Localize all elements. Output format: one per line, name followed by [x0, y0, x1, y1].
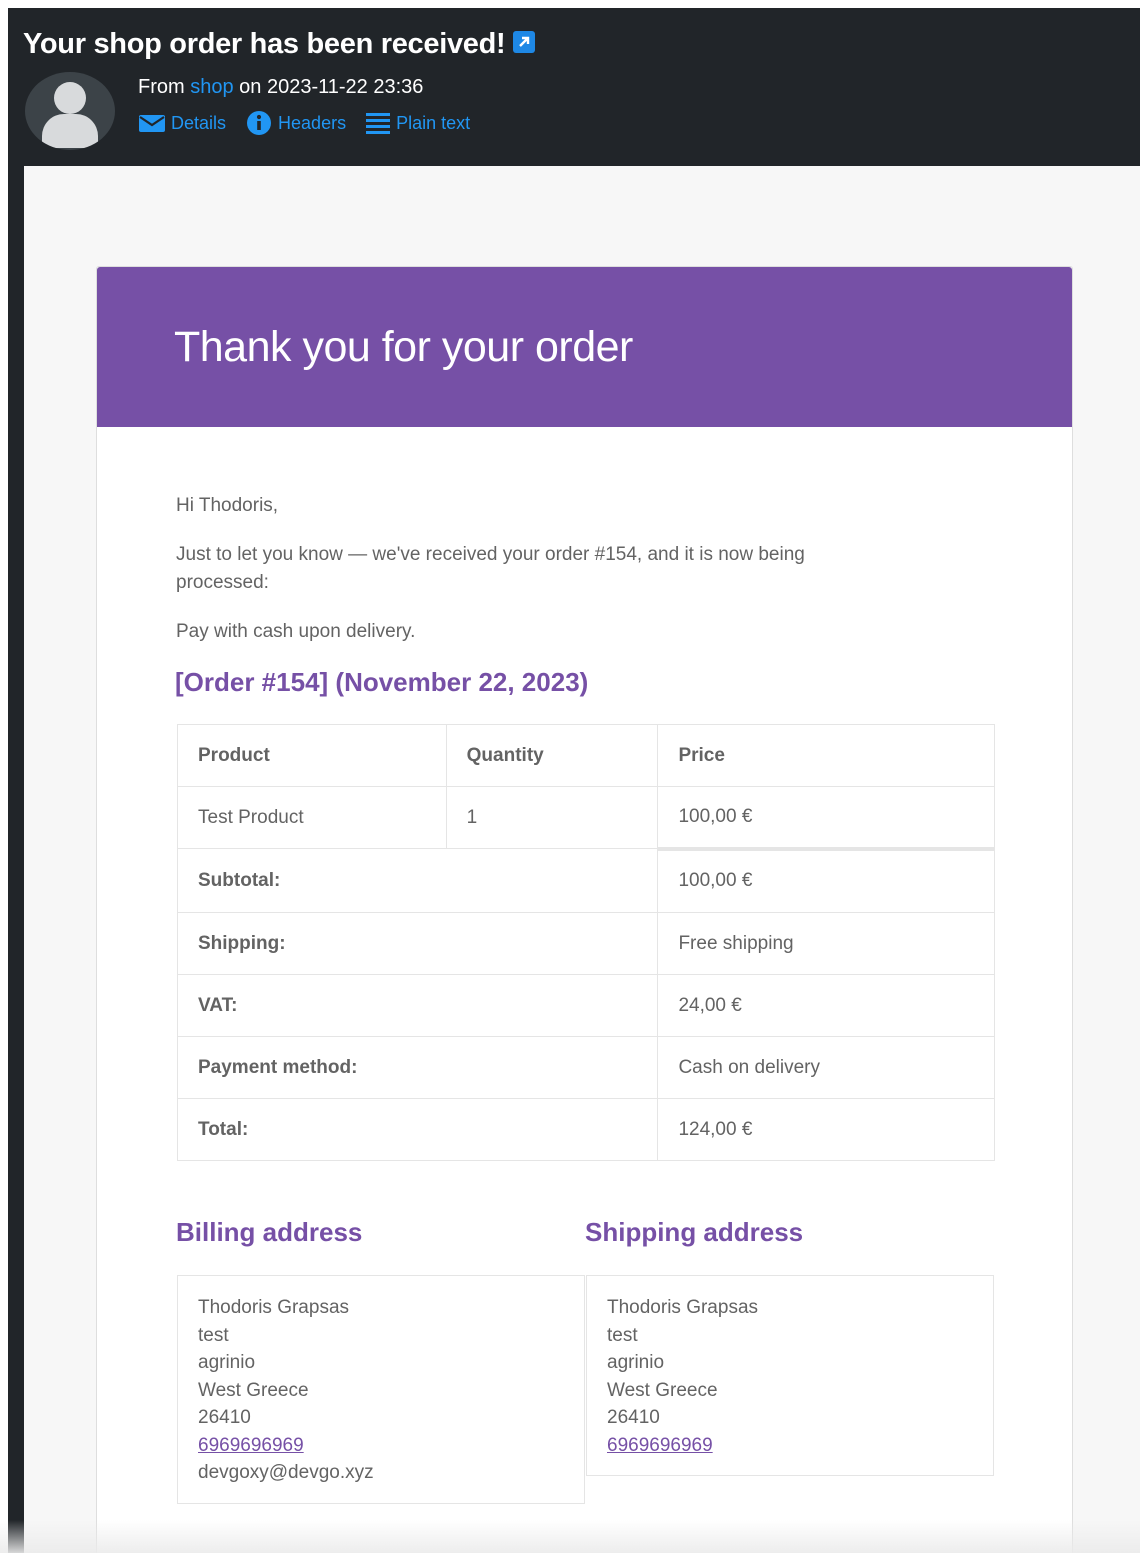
email-hero-banner: Thank you for your order — [97, 267, 1072, 427]
shipping-name: Thodoris Grapsas — [607, 1297, 759, 1318]
billing-line1: test — [198, 1324, 229, 1346]
greeting: Hi Thodoris, — [176, 495, 279, 516]
totals-value: 100,00 € — [657, 846, 995, 913]
window-edge — [0, 0, 8, 1553]
totals-value: Free shipping — [657, 912, 995, 975]
left-panel-strip — [8, 166, 24, 1553]
info-icon — [247, 111, 272, 135]
totals-label: Subtotal: — [176, 848, 659, 913]
sent-date: on 2023-11-22 23:36 — [239, 76, 424, 98]
email-body-card: Thank you for your order Hi Thodoris, Ju… — [96, 266, 1073, 1553]
totals-row-subtotal: Subtotal: 100,00 € — [176, 846, 995, 913]
billing-email: devgoxy@devgo.xyz — [198, 1462, 374, 1483]
shipping-phone-link[interactable]: 6969696969 — [607, 1435, 713, 1456]
totals-label: Shipping: — [176, 912, 659, 975]
table-header-row: Product Quantity Price — [177, 724, 995, 787]
product-price: 100,00 € — [657, 786, 995, 849]
product-quantity: 1 — [445, 786, 659, 849]
plain-text-link[interactable]: Plain text — [366, 112, 470, 134]
column-header-quantity: Quantity — [445, 724, 659, 787]
totals-row-payment-method: Payment method: Cash on delivery — [176, 1036, 995, 1099]
totals-label: Total: — [176, 1098, 659, 1161]
plain-text-label: Plain text — [396, 112, 471, 133]
billing-address-box: Thodoris Grapsas test agrinio West Greec… — [177, 1275, 585, 1504]
shipping-city: agrinio — [607, 1352, 665, 1373]
billing-city: agrinio — [198, 1352, 256, 1373]
totals-row-vat: VAT: 24,00 € — [176, 974, 995, 1037]
billing-name: Thodoris Grapsas — [198, 1297, 350, 1318]
from-line: From shop on 2023-11-22 23:36 — [138, 76, 423, 99]
intro-paragraph: Just to let you know — we've received yo… — [176, 541, 805, 597]
shipping-postcode: 26410 — [607, 1407, 660, 1428]
external-link-icon[interactable] — [513, 31, 536, 54]
order-table: Product Quantity Price Test Product 1 10… — [176, 724, 995, 1161]
totals-value: Cash on delivery — [657, 1036, 995, 1099]
list-lines-icon — [366, 113, 391, 134]
sender-link[interactable]: shop — [190, 76, 233, 98]
user-avatar-icon — [25, 72, 115, 150]
totals-value: 24,00 € — [657, 974, 995, 1037]
billing-phone-link[interactable]: 6969696969 — [198, 1435, 304, 1456]
mail-subject-text: Your shop order has been received! — [23, 28, 506, 60]
hero-title: Thank you for your order — [174, 323, 633, 371]
envelope-icon — [139, 115, 165, 132]
header-links: Details Headers Plain text — [139, 110, 490, 136]
column-header-price: Price — [657, 724, 995, 787]
from-prefix: From — [138, 76, 185, 98]
totals-row-shipping: Shipping: Free shipping — [176, 912, 995, 975]
billing-region: West Greece — [198, 1379, 309, 1401]
mail-subject: Your shop order has been received! — [23, 28, 536, 61]
totals-label: Payment method: — [176, 1036, 659, 1099]
shipping-address-heading: Shipping address — [585, 1217, 804, 1247]
intro-line-1: Just to let you know — we've received yo… — [176, 544, 805, 565]
details-link[interactable]: Details — [139, 113, 226, 134]
payment-note: Pay with cash upon delivery. — [176, 621, 416, 642]
bottom-fade — [0, 1520, 1140, 1553]
product-name: Test Product — [177, 786, 447, 849]
intro-line-2: processed: — [176, 572, 269, 593]
order-heading: [Order #154] (November 22, 2023) — [175, 667, 589, 697]
headers-label: Headers — [278, 112, 347, 133]
totals-value: 124,00 € — [657, 1098, 995, 1161]
table-row: Test Product 1 100,00 € — [177, 786, 995, 849]
totals-row-total: Total: 124,00 € — [176, 1098, 995, 1161]
shipping-line1: test — [607, 1324, 638, 1346]
billing-postcode: 26410 — [198, 1407, 251, 1428]
column-header-product: Product — [177, 724, 447, 787]
mail-header: Your shop order has been received! From … — [8, 8, 1140, 166]
totals-label: VAT: — [176, 974, 659, 1037]
headers-link[interactable]: Headers — [246, 110, 346, 136]
billing-address-heading: Billing address — [176, 1217, 363, 1247]
shipping-region: West Greece — [607, 1379, 718, 1401]
details-label: Details — [171, 112, 227, 133]
shipping-address-box: Thodoris Grapsas test agrinio West Greec… — [586, 1275, 994, 1476]
